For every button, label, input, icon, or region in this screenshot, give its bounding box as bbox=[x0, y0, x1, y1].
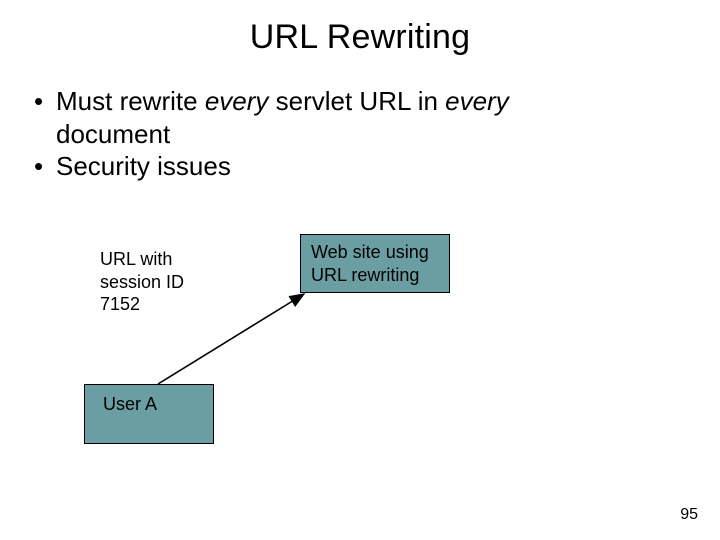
page-number: 95 bbox=[680, 506, 698, 524]
arrow-line bbox=[0, 0, 720, 540]
